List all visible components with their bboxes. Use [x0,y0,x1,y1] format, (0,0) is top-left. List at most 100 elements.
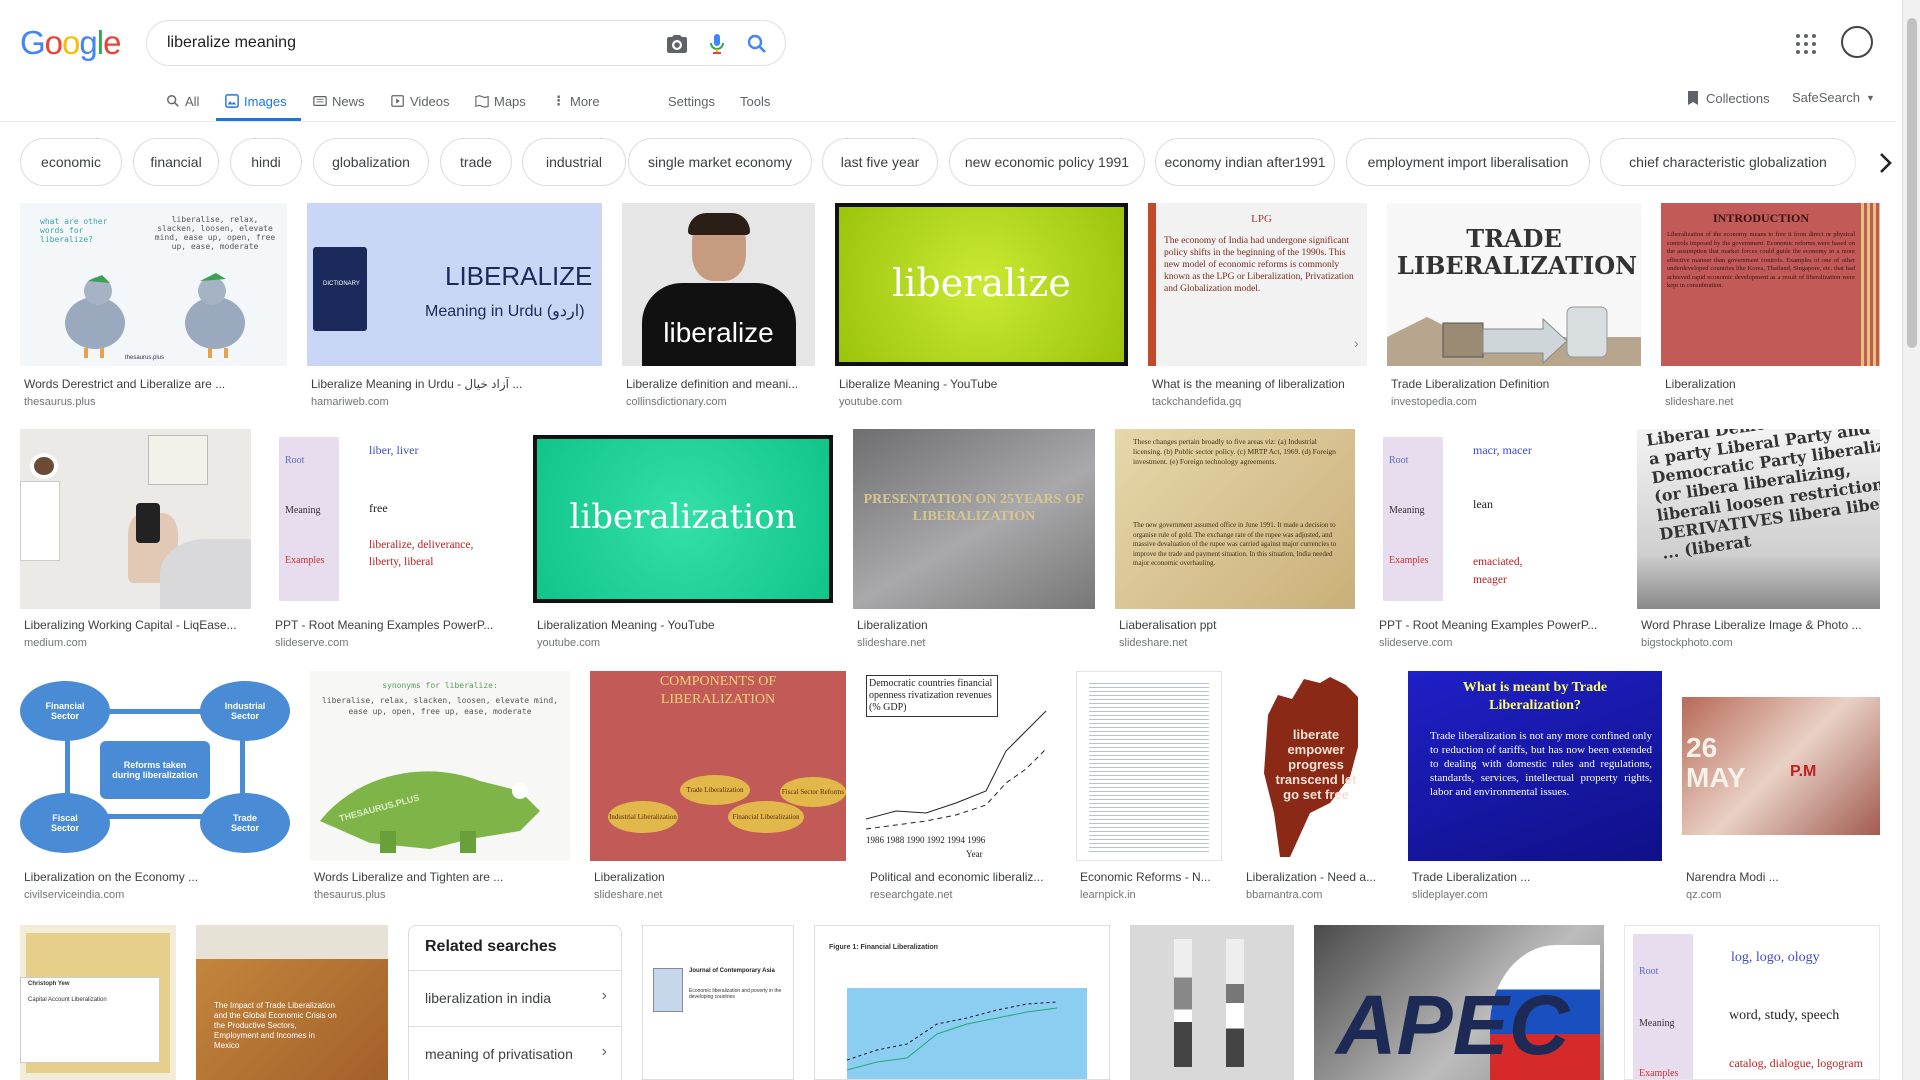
result-title[interactable]: Words Derestrict and Liberalize are ... [24,377,254,391]
result-title[interactable]: Liberalization [594,870,846,884]
result-thumbnail[interactable]: The Impact of Trade Liberalization and t… [196,925,388,1080]
tab-maps[interactable]: Maps [475,90,526,112]
result-title[interactable]: Liberalization on the Economy ... [24,870,290,884]
tab-all[interactable]: All [166,90,199,112]
image-result[interactable]: The Impact of Trade Liberalization and t… [196,925,388,1080]
result-thumbnail[interactable]: liberalization [533,429,833,609]
result-thumbnail[interactable]: APEC [1314,925,1604,1080]
result-thumbnail[interactable]: Root Meaning Examples liber, liver free … [271,429,513,609]
collections-link[interactable]: Collections [1686,90,1770,106]
result-thumbnail[interactable]: TRADE LIBERALIZATION [1387,203,1641,366]
result-title[interactable]: Trade Liberalization Definition [1391,377,1641,391]
result-thumbnail[interactable]: Democratic countries financial openness … [866,671,1056,861]
image-result[interactable]: APEC [1314,925,1604,1080]
image-result[interactable]: Root Meaning Examples liber, liver free … [271,429,513,654]
google-apps-icon[interactable] [1796,34,1816,54]
tab-settings[interactable]: Settings [668,90,715,112]
tab-tools[interactable]: Tools [740,90,770,112]
result-thumbnail[interactable]: LPG The economy of India had undergone s… [1148,203,1367,366]
result-thumbnail[interactable]: Root Meaning Examples log, logo, ology w… [1624,925,1880,1080]
chip[interactable]: last five year [822,138,938,186]
page-scrollbar[interactable] [1902,0,1920,1080]
google-logo[interactable]: Google [20,24,121,62]
result-title[interactable]: Liberalization Meaning - YouTube [537,618,833,632]
result-title[interactable]: PPT - Root Meaning Examples PowerP... [275,618,513,632]
result-title[interactable]: Words Liberalize and Tighten are ... [314,870,570,884]
result-title[interactable]: Liberalization [857,618,1095,632]
microphone-icon[interactable] [705,32,729,56]
image-result[interactable]: PRESENTATION ON 25YEARS OF LIBERALIZATIO… [853,429,1095,654]
image-result[interactable]: liberalize Liberalize definition and mea… [622,203,815,413]
result-title[interactable]: PPT - Root Meaning Examples PowerP... [1379,618,1617,632]
result-title[interactable]: Economic Reforms - N... [1080,870,1222,884]
result-thumbnail[interactable]: What is meant by Trade Liberalization? T… [1408,671,1662,861]
result-title[interactable]: Liberalization [1665,377,1880,391]
tab-videos[interactable]: Videos [391,90,450,112]
image-result[interactable]: Economic Reforms - N... learnpick.in [1076,671,1222,906]
chip[interactable]: new economic policy 1991 [949,138,1145,186]
result-title[interactable]: Trade Liberalization ... [1412,870,1662,884]
image-result[interactable]: Democratic countries financial openness … [866,671,1056,906]
chip[interactable]: industrial [522,138,626,186]
image-result[interactable]: Christoph Yew Capital Account Liberaliza… [20,925,176,1080]
result-thumbnail[interactable]: Figure 1: Financial Liberalization [814,925,1110,1080]
avatar[interactable] [1841,26,1873,58]
result-thumbnail[interactable]: Liberal Democrat member of a party Liber… [1637,429,1880,609]
image-result[interactable]: synonyms for liberalize: liberalise, rel… [310,671,570,906]
result-title[interactable]: What is the meaning of liberalization [1152,377,1367,391]
image-result[interactable]: DICTIONARY LIBERALIZE Meaning in Urdu (ا… [307,203,602,413]
camera-icon[interactable] [665,32,689,56]
result-thumbnail[interactable]: PRESENTATION ON 25YEARS OF LIBERALIZATIO… [853,429,1095,609]
image-result[interactable]: COMPONENTS OF LIBERALIZATION Trade Liber… [590,671,846,906]
result-thumbnail[interactable]: 26 MAY P.M [1682,671,1880,861]
result-title[interactable]: Liaberalisation ppt [1119,618,1355,632]
image-result[interactable]: liberate empower progress transcend let … [1242,671,1388,906]
image-result[interactable]: Financial Sector Industrial Sector Refor… [20,671,290,906]
result-thumbnail[interactable]: Root Meaning Examples macr, macer lean e… [1375,429,1617,609]
image-result[interactable]: liberalization Liberalization Meaning - … [533,429,833,654]
result-thumbnail[interactable] [20,429,251,609]
result-thumbnail[interactable]: Journal of Contemporary Asia Economic li… [642,925,794,1080]
chip[interactable]: chief characteristic globalization [1600,138,1856,186]
image-result[interactable]: liberalize Liberalize Meaning - YouTube … [835,203,1128,413]
result-title[interactable]: Liberalize definition and meani... [626,377,811,391]
result-thumbnail[interactable]: Christoph Yew Capital Account Liberaliza… [20,925,176,1080]
image-result[interactable]: Liberalizing Working Capital - LiqEase..… [20,429,251,654]
result-thumbnail[interactable]: These changes pertain broadly to five ar… [1115,429,1355,609]
image-result[interactable]: Liberal Democrat member of a party Liber… [1637,429,1880,654]
tab-images[interactable]: Images [225,90,287,112]
chip[interactable]: hindi [230,138,302,186]
result-thumbnail[interactable]: INTRODUCTION Liberalization of the econo… [1661,203,1880,366]
result-thumbnail[interactable] [1076,671,1222,861]
search-icon[interactable] [745,32,769,56]
result-thumbnail[interactable]: liberate empower progress transcend let … [1242,671,1388,861]
tab-news[interactable]: News [313,90,365,112]
result-thumbnail[interactable]: liberalize [622,203,815,366]
image-result[interactable]: Journal of Contemporary Asia Economic li… [642,925,794,1080]
related-search-item[interactable]: meaning of privatisation › [409,1026,621,1080]
image-result[interactable]: 26 MAY P.M Narendra Modi ... qz.com [1682,671,1880,906]
image-result[interactable]: Figure 1: Financial Liberalization [814,925,1110,1080]
tab-more[interactable]: ⋮ More [552,90,600,112]
image-result[interactable]: Root Meaning Examples log, logo, ology w… [1624,925,1880,1080]
image-result[interactable]: These changes pertain broadly to five ar… [1115,429,1355,654]
result-title[interactable]: Liberalization - Need a... [1246,870,1388,884]
result-thumbnail[interactable]: synonyms for liberalize: liberalise, rel… [310,671,570,861]
chip[interactable]: single market economy [628,138,812,186]
result-thumbnail[interactable] [1130,925,1294,1080]
chip[interactable]: economy indian after1991 [1155,138,1335,186]
safesearch-menu[interactable]: SafeSearch ▼ [1792,90,1875,105]
result-thumbnail[interactable]: COMPONENTS OF LIBERALIZATION Trade Liber… [590,671,846,861]
image-result[interactable]: what are other words for liberalize? lib… [20,203,287,413]
chip[interactable]: economic [20,138,122,186]
related-search-item[interactable]: liberalization in india › [409,970,621,1026]
image-result[interactable]: INTRODUCTION Liberalization of the econo… [1661,203,1880,413]
scrollbar-thumb[interactable] [1907,18,1917,348]
image-result[interactable]: Root Meaning Examples macr, macer lean e… [1375,429,1617,654]
result-title[interactable]: Liberalize Meaning - YouTube [839,377,1124,391]
result-title[interactable]: Word Phrase Liberalize Image & Photo ... [1641,618,1880,632]
result-title[interactable]: Narendra Modi ... [1686,870,1880,884]
result-title[interactable]: Liberalizing Working Capital - LiqEase..… [24,618,249,632]
image-result[interactable]: TRADE LIBERALIZATION Trade Liberalizatio… [1387,203,1641,413]
result-thumbnail[interactable]: Financial Sector Industrial Sector Refor… [20,671,290,861]
